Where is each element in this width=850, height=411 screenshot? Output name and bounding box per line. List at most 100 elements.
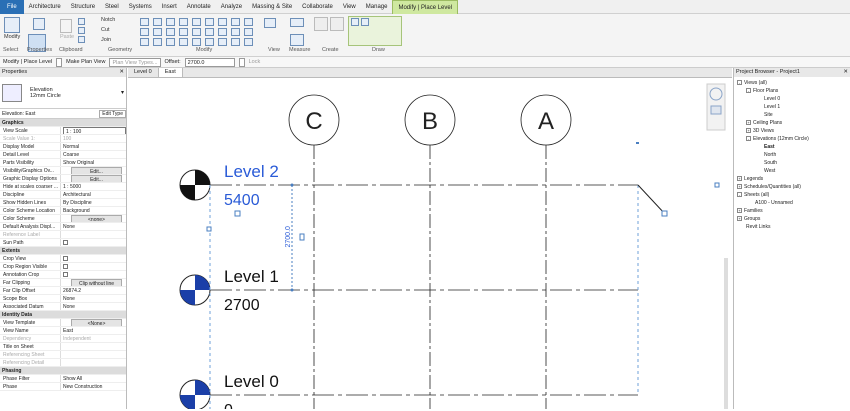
modify-tool-icon[interactable]	[140, 18, 149, 26]
property-row[interactable]: Detail Level Coarse	[0, 151, 126, 159]
browser-item[interactable]: A100 - Unnamed	[734, 199, 850, 207]
property-checkbox[interactable]	[63, 272, 68, 277]
modify-tool-icon[interactable]	[179, 18, 188, 26]
dimension-edit-icon[interactable]	[299, 233, 305, 241]
drawing-canvas[interactable]: C B A Level 2 5400 Level 1 2700 Level 0 0 2700.0	[128, 78, 732, 411]
property-row[interactable]: Crop Region Visible	[0, 263, 126, 271]
property-row[interactable]: Far Clipping Clip without line	[0, 279, 126, 287]
modify-tool-icon[interactable]	[231, 38, 240, 46]
match-properties-icon[interactable]	[78, 36, 85, 43]
paste-icon[interactable]	[60, 19, 72, 33]
property-row[interactable]: Crop View	[0, 255, 126, 263]
paste-button-label[interactable]: Paste	[60, 34, 74, 40]
type-selector[interactable]: Elevation 12mm Circle ▾	[0, 77, 126, 109]
temporary-dimension-value[interactable]: 2700.0	[285, 226, 292, 248]
modify-tool-icon[interactable]	[179, 28, 188, 36]
modify-tool-icon[interactable]	[166, 18, 175, 26]
expand-toggle-icon[interactable]: +	[737, 184, 742, 190]
property-value[interactable]: Architectural	[60, 191, 126, 198]
property-value[interactable]: <None>	[60, 319, 126, 326]
modify-tool-icon[interactable]	[244, 28, 253, 36]
offset-input[interactable]: 2700.0	[184, 57, 235, 67]
browser-item[interactable]: Level 1	[734, 103, 850, 111]
modify-tool-icon[interactable]	[218, 18, 227, 26]
property-row[interactable]: Phase New Construction	[0, 383, 126, 391]
browser-item[interactable]: + Families	[734, 207, 850, 215]
browser-item[interactable]: South	[734, 159, 850, 167]
browser-item[interactable]: - Floor Plans	[734, 87, 850, 95]
property-checkbox[interactable]	[63, 264, 68, 269]
modify-tool-icon[interactable]	[153, 38, 162, 46]
ribbon-tab-modify-place-level[interactable]: Modify | Place Level	[392, 0, 459, 14]
property-value[interactable]: 26874.2	[60, 287, 126, 294]
level-elevation[interactable]: 0	[224, 402, 233, 411]
ribbon-tab-architecture[interactable]: Architecture	[24, 0, 66, 14]
property-value[interactable]: New Construction	[60, 383, 126, 390]
property-value[interactable]: Normal	[60, 143, 126, 150]
property-value[interactable]: Coarse	[60, 151, 126, 158]
browser-item[interactable]: + Ceiling Plans	[734, 119, 850, 127]
modify-tool-icon[interactable]	[205, 38, 214, 46]
property-value[interactable]: Background	[60, 207, 126, 214]
browser-item[interactable]: - Views (all)	[734, 79, 850, 87]
ribbon-tab-massing-site[interactable]: Massing & Site	[247, 0, 297, 14]
browser-item[interactable]: +3D Views	[734, 127, 850, 135]
property-value[interactable]: By Discipline	[60, 199, 126, 206]
section-header-graphics[interactable]: Graphics	[0, 119, 126, 127]
property-checkbox[interactable]	[63, 256, 68, 261]
property-value[interactable]	[60, 255, 126, 262]
create-parts-icon[interactable]	[330, 17, 344, 31]
property-value[interactable]: None	[60, 303, 126, 310]
view-tab-east[interactable]: East	[158, 68, 183, 77]
property-value[interactable]	[60, 239, 126, 246]
property-value[interactable]: <none>	[60, 215, 126, 222]
property-row[interactable]: Scale Value 1: 100	[0, 135, 126, 143]
instance-filter[interactable]: Elevation: East	[2, 111, 35, 117]
modify-tool-icon[interactable]	[192, 28, 201, 36]
property-row[interactable]: Far Clip Offset 26874.2	[0, 287, 126, 295]
modify-tool-icon[interactable]	[218, 38, 227, 46]
level-name[interactable]: Level 1	[224, 267, 279, 286]
property-row[interactable]: Color Scheme <none>	[0, 215, 126, 223]
copy-icon[interactable]	[78, 27, 85, 34]
modify-tool-icon[interactable]	[231, 18, 240, 26]
property-row[interactable]: Display Model Normal	[0, 143, 126, 151]
property-value[interactable]: Edit...	[60, 175, 126, 182]
ribbon-tab-structure[interactable]: Structure	[66, 0, 100, 14]
property-row[interactable]: Visibility/Graphics Ov... Edit...	[0, 167, 126, 175]
property-value[interactable]: 1 : 100	[60, 127, 126, 134]
property-row[interactable]: Hide at scales coarser ... 1 : 5000	[0, 183, 126, 191]
pick-lines-icon[interactable]	[361, 18, 369, 26]
expand-toggle-icon[interactable]: +	[737, 216, 742, 222]
modify-tool-icon[interactable]	[205, 28, 214, 36]
modify-arrow-icon[interactable]	[4, 17, 20, 33]
aligned-dimension-icon[interactable]	[290, 18, 304, 27]
property-row[interactable]: Scope Box None	[0, 295, 126, 303]
section-header-extents[interactable]: Extents	[0, 247, 126, 255]
modify-tool-icon[interactable]	[140, 38, 149, 46]
property-row[interactable]: Annotation Crop	[0, 271, 126, 279]
property-row[interactable]: Show Hidden Lines By Discipline	[0, 199, 126, 207]
modify-tool-icon[interactable]	[153, 18, 162, 26]
property-value[interactable]: Show All	[60, 375, 126, 382]
create-assembly-icon[interactable]	[314, 17, 328, 31]
level-name[interactable]: Level 0	[224, 372, 279, 391]
section-header-phasing[interactable]: Phasing	[0, 367, 126, 375]
property-value[interactable]: Edit...	[60, 167, 126, 174]
level-elbow-line[interactable]	[637, 184, 666, 215]
browser-item[interactable]: West	[734, 167, 850, 175]
grip-handle[interactable]	[636, 142, 639, 144]
zoom-icon[interactable]	[710, 105, 722, 115]
modify-tool-icon[interactable]	[218, 28, 227, 36]
view-tab-level-0[interactable]: Level 0	[128, 68, 159, 77]
line-draw-icon[interactable]	[351, 18, 359, 26]
expand-toggle-icon[interactable]: -	[746, 136, 751, 142]
close-icon[interactable]: ✕	[119, 69, 124, 76]
level-end-grip[interactable]	[661, 210, 668, 217]
notch-label[interactable]: Notch	[101, 17, 115, 23]
modify-tool-label[interactable]: Modify	[4, 34, 20, 40]
modify-tool-icon[interactable]	[166, 28, 175, 36]
close-icon[interactable]: ✕	[843, 69, 848, 76]
modify-tool-icon[interactable]	[153, 28, 162, 36]
ribbon-tab-manage[interactable]: Manage	[361, 0, 393, 14]
